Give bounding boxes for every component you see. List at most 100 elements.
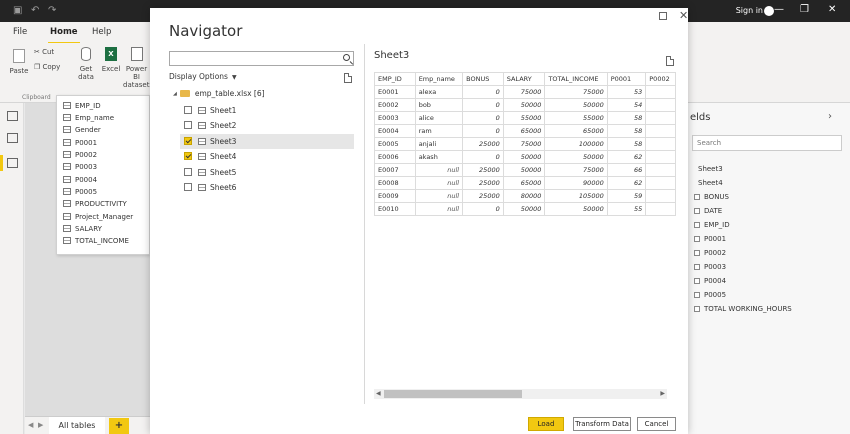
field-item[interactable]: P0002 (63, 151, 97, 159)
horizontal-scrollbar[interactable]: ◀ ▶ (374, 389, 667, 399)
search-icon[interactable] (343, 54, 350, 61)
field-row[interactable]: P0005 (694, 291, 726, 299)
table-cell[interactable]: 65000 (502, 176, 546, 190)
table-cell[interactable]: 58 (606, 124, 647, 138)
chevron-right-icon[interactable]: › (828, 111, 832, 122)
column-header[interactable]: SALARY (502, 72, 546, 86)
table-cell[interactable]: 0 (462, 150, 504, 164)
table-cell[interactable]: 65000 (502, 124, 546, 138)
field-row[interactable]: P0003 (694, 263, 726, 271)
excel-button[interactable]: X Excel (100, 47, 122, 73)
column-header[interactable]: EMP_ID (374, 72, 416, 86)
table-cell[interactable]: 50000 (544, 150, 608, 164)
field-row[interactable]: P0002 (694, 249, 726, 257)
fields-table-item[interactable]: Sheet3 (698, 165, 723, 173)
collapse-triangle-icon[interactable]: ◢ (173, 91, 177, 97)
report-view-icon[interactable] (7, 111, 18, 121)
field-item[interactable]: TOTAL_INCOME (63, 237, 129, 245)
display-options-dropdown[interactable]: Display Options ▼ (169, 72, 237, 81)
table-cell[interactable]: bob (414, 98, 464, 112)
table-cell[interactable] (645, 189, 676, 203)
column-header[interactable]: P0001 (606, 72, 647, 86)
table-cell[interactable]: 50000 (544, 98, 608, 112)
table-cell[interactable]: 0 (462, 85, 504, 99)
sheet-checkbox[interactable] (184, 106, 192, 114)
table-cell[interactable]: E0009 (374, 189, 416, 203)
field-checkbox[interactable] (694, 208, 700, 214)
field-row[interactable]: P0001 (694, 235, 726, 243)
refresh-document-icon[interactable] (344, 73, 352, 83)
paste-button[interactable]: Paste (8, 49, 30, 75)
next-page-icon[interactable]: ▶ (38, 421, 43, 429)
sheet-item[interactable]: Sheet2 (180, 118, 354, 133)
tab-home[interactable]: Home (48, 27, 80, 44)
table-cell[interactable]: akash (414, 150, 464, 164)
table-cell[interactable]: 25000 (462, 189, 504, 203)
table-cell[interactable]: 75000 (544, 163, 608, 177)
cancel-button[interactable]: Cancel (637, 417, 676, 431)
table-cell[interactable]: 50000 (502, 202, 546, 216)
table-cell[interactable]: 59 (606, 189, 647, 203)
table-cell[interactable]: 25000 (462, 163, 504, 177)
table-cell[interactable]: 58 (606, 111, 647, 125)
field-row[interactable]: BONUS (694, 193, 729, 201)
field-checkbox[interactable] (694, 236, 700, 242)
table-cell[interactable]: null (414, 163, 464, 177)
table-cell[interactable]: 75000 (502, 137, 546, 151)
sheet-item[interactable]: Sheet3 (180, 134, 354, 149)
fields-search-input[interactable]: Search (692, 135, 842, 151)
load-button[interactable]: Load (528, 417, 564, 431)
table-cell[interactable]: 55000 (502, 111, 546, 125)
field-item[interactable]: P0004 (63, 176, 97, 184)
table-cell[interactable]: 25000 (462, 176, 504, 190)
table-cell[interactable] (645, 124, 676, 138)
table-cell[interactable]: anjali (414, 137, 464, 151)
sheet-item[interactable]: Sheet4 (180, 149, 354, 164)
table-cell[interactable]: 55000 (544, 111, 608, 125)
field-checkbox[interactable] (694, 194, 700, 200)
table-cell[interactable]: 100000 (544, 137, 608, 151)
preview-export-icon[interactable] (666, 56, 674, 66)
table-cell[interactable]: E0001 (374, 85, 416, 99)
table-cell[interactable]: 53 (606, 85, 647, 99)
table-cell[interactable] (645, 176, 676, 190)
field-checkbox[interactable] (694, 306, 700, 312)
column-header[interactable]: Emp_name (414, 72, 464, 86)
sheet-item[interactable]: Sheet6 (180, 180, 354, 195)
sheet-checkbox[interactable] (184, 183, 192, 191)
sign-in-link[interactable]: Sign in (736, 6, 763, 15)
pane-divider[interactable] (364, 44, 365, 404)
column-header[interactable]: BONUS (462, 72, 504, 86)
field-row[interactable]: EMP_ID (694, 221, 730, 229)
column-header[interactable]: TOTAL_INCOME (544, 72, 608, 86)
sheet-checkbox[interactable] (184, 137, 192, 145)
table-cell[interactable]: E0002 (374, 98, 416, 112)
field-item[interactable]: Gender (63, 126, 101, 134)
field-checkbox[interactable] (694, 278, 700, 284)
field-checkbox[interactable] (694, 292, 700, 298)
maximize-icon[interactable] (659, 12, 667, 20)
scroll-right-icon[interactable]: ▶ (660, 389, 665, 399)
table-cell[interactable] (645, 150, 676, 164)
table-cell[interactable]: 105000 (544, 189, 608, 203)
table-cell[interactable] (645, 98, 676, 112)
field-item[interactable]: Emp_name (63, 114, 114, 122)
table-cell[interactable]: E0005 (374, 137, 416, 151)
scrollbar-thumb[interactable] (384, 390, 522, 398)
table-cell[interactable]: 66 (606, 163, 647, 177)
sheet-item[interactable]: Sheet5 (180, 165, 354, 180)
table-cell[interactable]: 90000 (544, 176, 608, 190)
table-cell[interactable]: 0 (462, 202, 504, 216)
column-header[interactable]: P0002 (645, 72, 676, 86)
table-cell[interactable]: E0004 (374, 124, 416, 138)
table-cell[interactable]: null (414, 202, 464, 216)
undo-icon[interactable]: ↶ (31, 5, 39, 17)
file-node[interactable]: ◢ emp_table.xlsx [6] (173, 89, 265, 98)
table-cell[interactable]: E0007 (374, 163, 416, 177)
scroll-left-icon[interactable]: ◀ (376, 389, 381, 399)
redo-icon[interactable]: ↷ (48, 5, 56, 17)
power-bi-datasets-button[interactable]: Power BI datasets (123, 47, 150, 89)
field-item[interactable]: EMP_ID (63, 102, 101, 110)
minimize-icon[interactable]: — (774, 4, 784, 16)
field-item[interactable]: Project_Manager (63, 213, 133, 221)
